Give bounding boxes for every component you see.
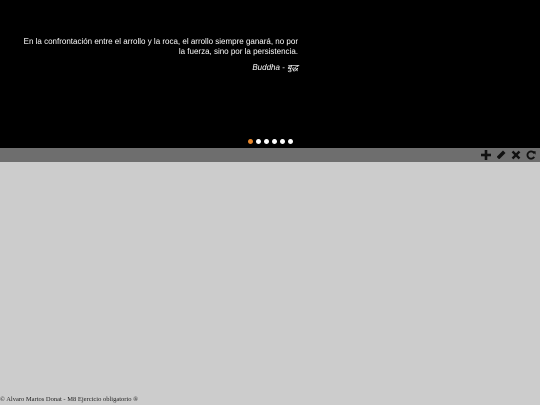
slider-dot-5[interactable]	[280, 139, 285, 144]
quote-text: En la confrontación entre el arrollo y l…	[23, 37, 298, 56]
add-button[interactable]	[480, 149, 492, 161]
quote-slider: En la confrontación entre el arrollo y l…	[0, 0, 540, 148]
quote-author: Buddha - बुद्ध	[252, 63, 298, 72]
slider-pagination	[248, 139, 293, 144]
slider-dot-1[interactable]	[248, 139, 253, 144]
slider-dot-2[interactable]	[256, 139, 261, 144]
toolbar	[0, 148, 540, 162]
main-content-area	[0, 162, 540, 395]
plus-icon	[481, 150, 491, 160]
pencil-icon	[497, 150, 506, 159]
footer-copyright: © Alvaro Martos Donat - M8 Ejercicio obl…	[0, 396, 139, 403]
edit-button[interactable]	[495, 149, 507, 161]
toolbar-actions	[480, 149, 537, 161]
close-icon	[511, 150, 521, 160]
delete-button[interactable]	[510, 149, 522, 161]
refresh-icon	[526, 150, 536, 160]
slider-dot-4[interactable]	[272, 139, 277, 144]
refresh-button[interactable]	[525, 149, 537, 161]
slider-dot-6[interactable]	[288, 139, 293, 144]
slider-dot-3[interactable]	[264, 139, 269, 144]
